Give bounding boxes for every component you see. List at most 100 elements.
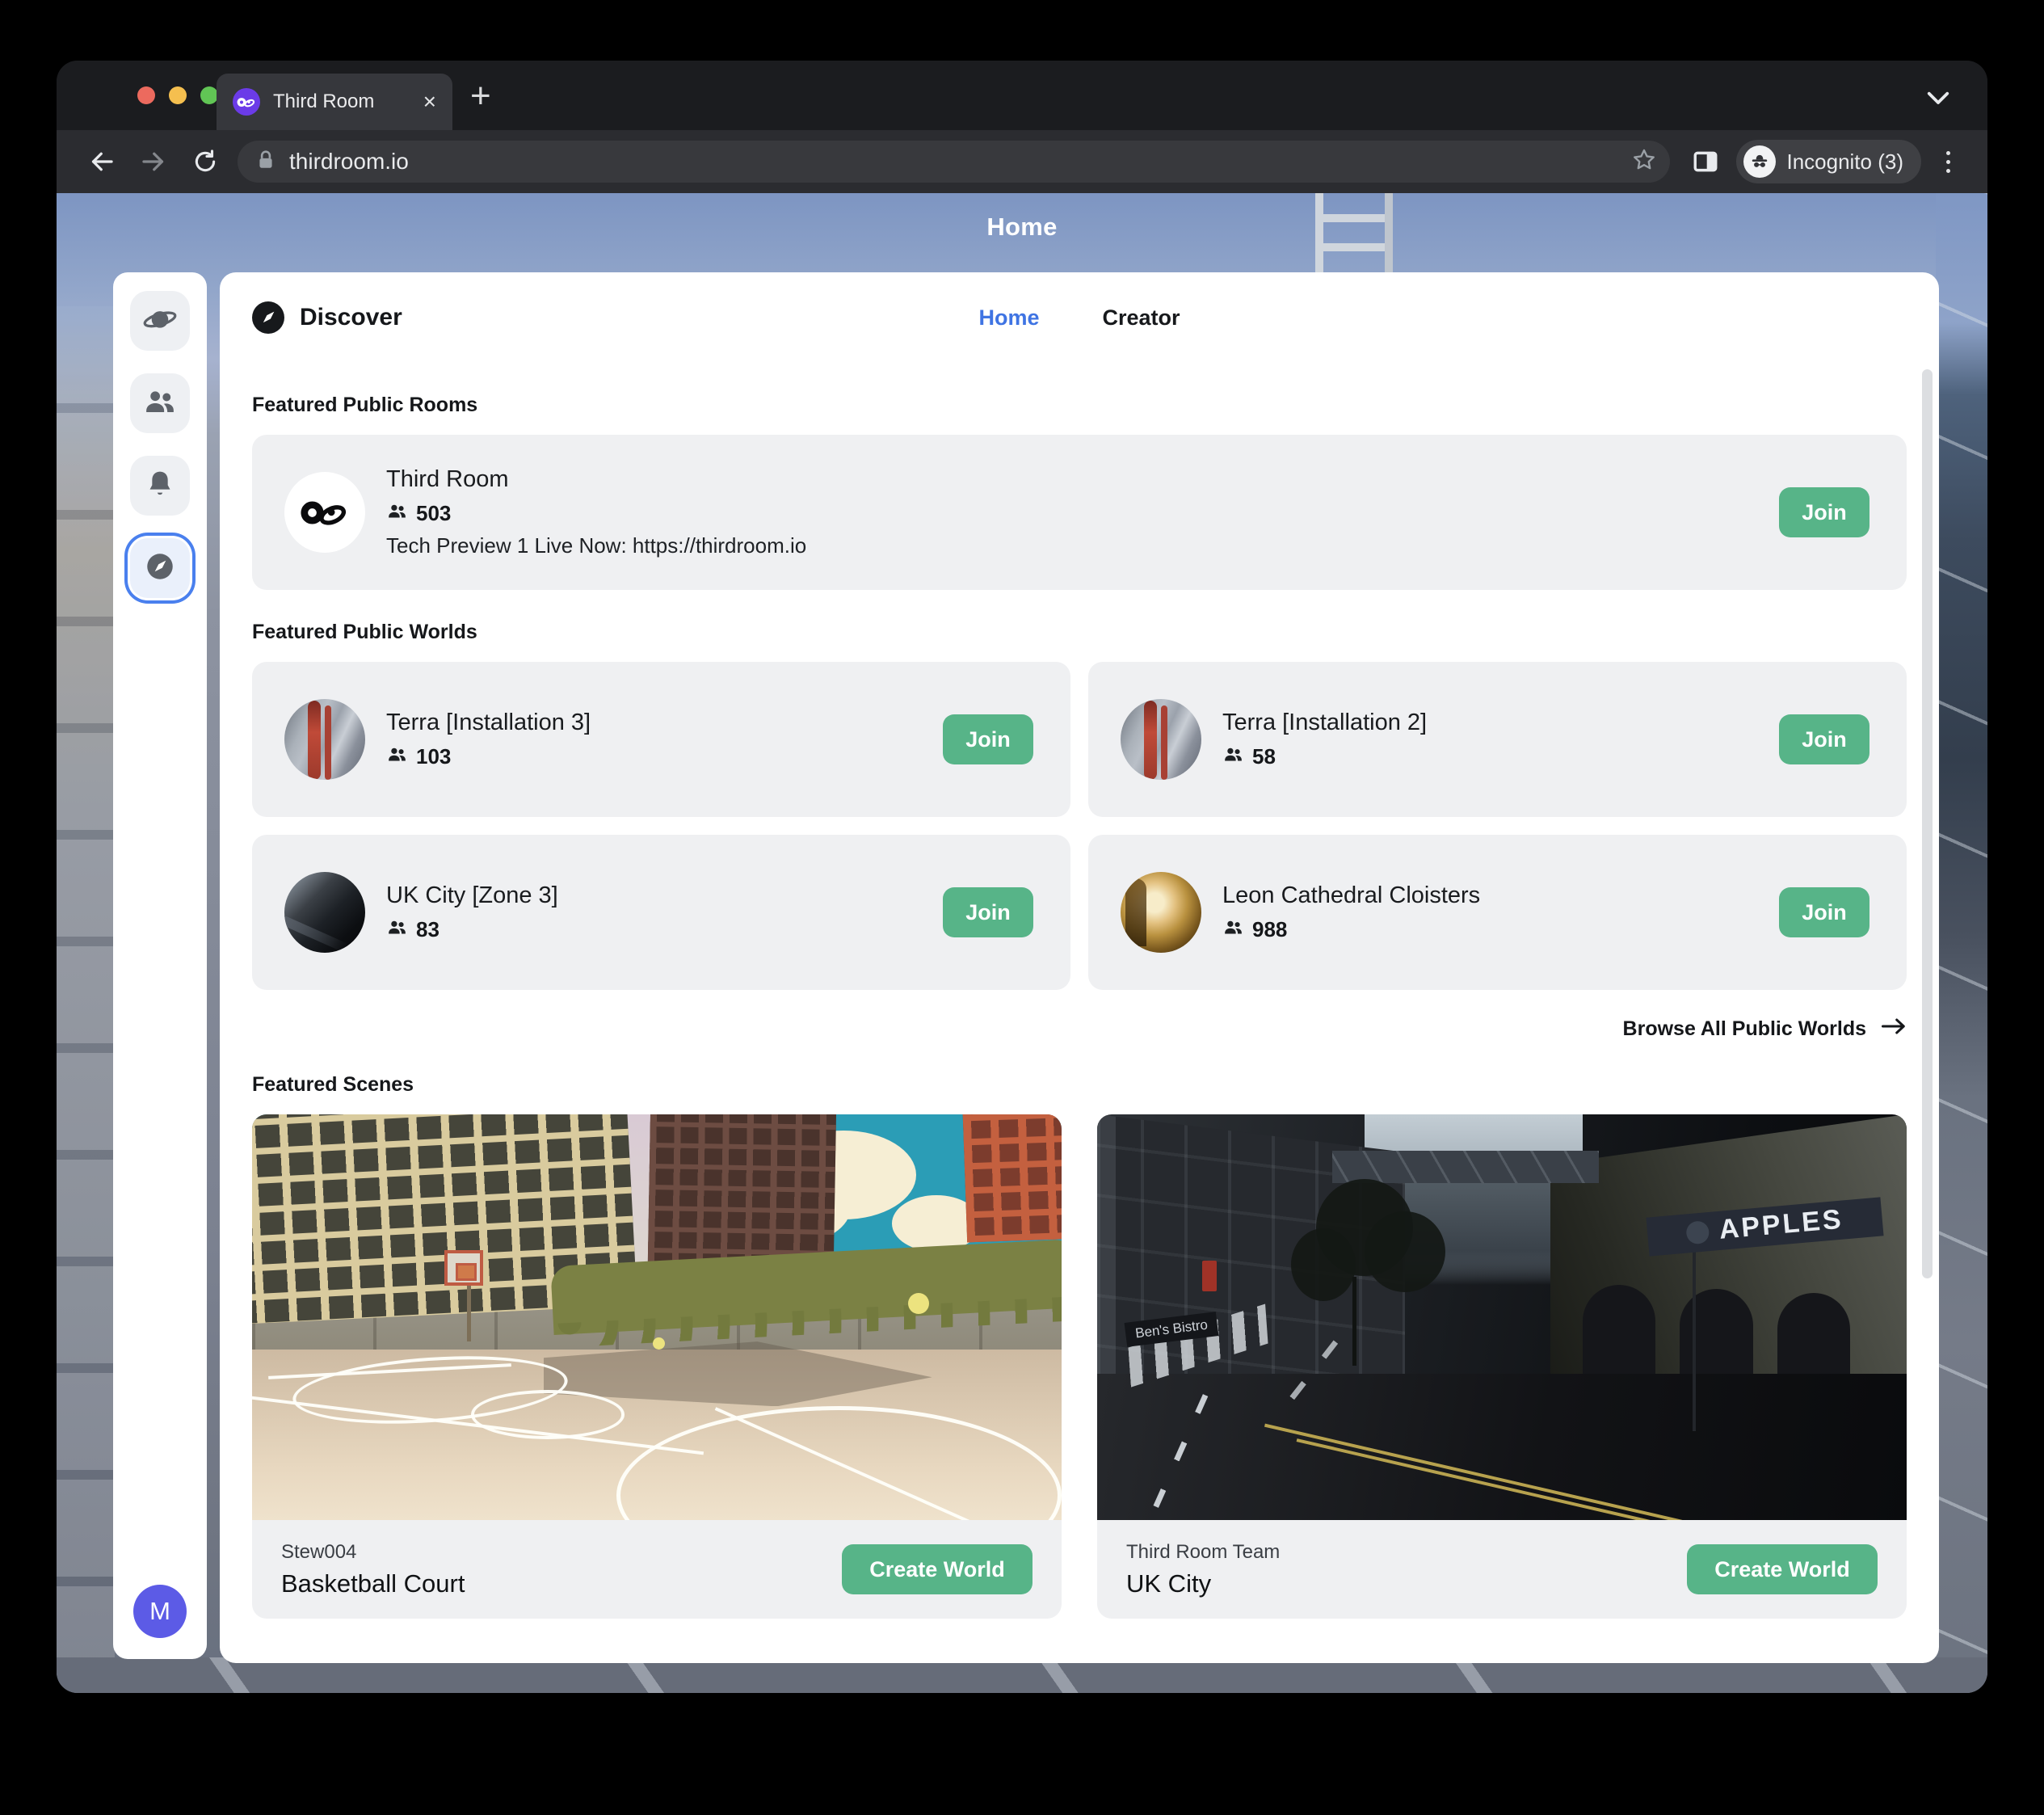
lock-icon bbox=[255, 148, 276, 176]
browse-all-worlds-link[interactable]: Browse All Public Worlds bbox=[252, 1016, 1907, 1042]
discover-panel: Discover Home Creator Featured Public Ro… bbox=[220, 272, 1939, 1663]
room-name: Third Room bbox=[386, 466, 806, 493]
scene-author: Third Room Team bbox=[1126, 1541, 1280, 1564]
join-world-button[interactable]: Join bbox=[943, 714, 1033, 764]
arrow-right-icon bbox=[1881, 1016, 1907, 1042]
browser-toolbar: thirdroom.io Incognito (3) bbox=[57, 130, 1987, 193]
tab-creator[interactable]: Creator bbox=[1102, 305, 1180, 331]
worlds-heading: Featured Public Worlds bbox=[252, 621, 1907, 644]
members-icon bbox=[1222, 743, 1244, 769]
maximize-window-button[interactable] bbox=[200, 86, 218, 104]
members-icon bbox=[1222, 916, 1244, 942]
browser-window: Third Room × + thirdroom.io bbox=[57, 61, 1987, 1693]
world-name: UK City [Zone 3] bbox=[386, 882, 558, 909]
background-scene-left bbox=[57, 306, 115, 1693]
bookmark-star-icon[interactable] bbox=[1631, 147, 1657, 177]
url-text: thirdroom.io bbox=[289, 149, 409, 175]
browser-tab[interactable]: Third Room × bbox=[217, 74, 452, 130]
scene-name: UK City bbox=[1126, 1569, 1280, 1598]
scene-author: Stew004 bbox=[281, 1541, 465, 1564]
join-world-button[interactable]: Join bbox=[1779, 714, 1869, 764]
minimize-window-button[interactable] bbox=[169, 86, 187, 104]
create-world-button[interactable]: Create World bbox=[842, 1544, 1033, 1594]
world-member-count: 83 bbox=[416, 917, 440, 942]
tab-close-icon[interactable]: × bbox=[423, 91, 436, 113]
page-title: Home bbox=[57, 213, 1987, 242]
discover-tabs: Home Creator bbox=[978, 272, 1180, 363]
scenes-grid: Stew004 Basketball Court Create World bbox=[252, 1114, 1907, 1619]
tab-strip: Third Room × + bbox=[57, 61, 1987, 130]
world-member-count: 103 bbox=[416, 744, 451, 769]
join-world-button[interactable]: Join bbox=[1779, 887, 1869, 937]
incognito-spy-icon bbox=[1743, 145, 1776, 178]
compass-icon bbox=[143, 550, 177, 587]
scene-footer: Stew004 Basketball Court Create World bbox=[252, 1520, 1062, 1619]
members-icon bbox=[386, 743, 408, 769]
incognito-badge[interactable]: Incognito (3) bbox=[1736, 140, 1921, 183]
user-avatar[interactable]: M bbox=[133, 1585, 187, 1638]
scenes-heading: Featured Scenes bbox=[252, 1073, 1907, 1097]
rooms-heading: Featured Public Rooms bbox=[252, 394, 1907, 417]
sidebar-item-discover[interactable] bbox=[130, 538, 190, 598]
discover-compass-icon bbox=[252, 301, 284, 334]
worlds-grid: Terra [Installation 3] 103 Join bbox=[252, 662, 1907, 990]
discover-title: Discover bbox=[300, 304, 402, 331]
tab-title: Third Room bbox=[273, 91, 410, 113]
scene-footer: Third Room Team UK City Create World bbox=[1097, 1520, 1907, 1619]
world-card-terra-3[interactable]: Terra [Installation 3] 103 Join bbox=[252, 662, 1070, 817]
world-card-leon-cathedral[interactable]: Leon Cathedral Cloisters 988 Join bbox=[1088, 835, 1907, 990]
world-name: Terra [Installation 2] bbox=[1222, 710, 1427, 736]
browser-menu-icon[interactable] bbox=[1928, 151, 1968, 173]
members-icon bbox=[386, 500, 408, 526]
join-room-button[interactable]: Join bbox=[1779, 487, 1869, 537]
sidebar-item-notifications[interactable] bbox=[130, 456, 190, 516]
scene-preview-basketball-court bbox=[252, 1114, 1062, 1520]
forward-icon[interactable] bbox=[128, 147, 179, 176]
side-panel-icon[interactable] bbox=[1683, 148, 1728, 175]
window-controls bbox=[137, 86, 218, 104]
incognito-label: Incognito (3) bbox=[1786, 149, 1903, 175]
scene-name: Basketball Court bbox=[281, 1569, 465, 1598]
world-card-uk-city-zone3[interactable]: UK City [Zone 3] 83 Join bbox=[252, 835, 1070, 990]
world-card-terra-2[interactable]: Terra [Installation 2] 58 Join bbox=[1088, 662, 1907, 817]
world-name: Leon Cathedral Cloisters bbox=[1222, 882, 1480, 909]
people-icon bbox=[142, 384, 178, 423]
panel-scrollbar[interactable] bbox=[1922, 369, 1933, 1278]
world-avatar bbox=[284, 699, 365, 780]
create-world-button[interactable]: Create World bbox=[1687, 1544, 1878, 1594]
world-avatar bbox=[1121, 872, 1201, 953]
planet-icon bbox=[142, 301, 178, 341]
browse-all-worlds-label: Browse All Public Worlds bbox=[1623, 1017, 1866, 1041]
discover-header: Discover Home Creator bbox=[252, 272, 1907, 363]
room-card-third-room[interactable]: Third Room 503 Tech Preview 1 Live Now: … bbox=[252, 435, 1907, 590]
page-background: Home M bbox=[57, 193, 1987, 1693]
tab-home[interactable]: Home bbox=[978, 305, 1039, 331]
address-bar[interactable]: thirdroom.io bbox=[238, 141, 1670, 183]
world-avatar bbox=[284, 872, 365, 953]
room-member-count: 503 bbox=[416, 501, 451, 526]
room-avatar bbox=[284, 472, 365, 553]
scene-card-uk-city[interactable]: APPLES Ben's Bistro Third Room Team UK C… bbox=[1097, 1114, 1907, 1619]
reload-icon[interactable] bbox=[179, 148, 231, 175]
thirdroom-favicon bbox=[233, 88, 260, 116]
scene-preview-uk-city: APPLES Ben's Bistro bbox=[1097, 1114, 1907, 1520]
close-window-button[interactable] bbox=[137, 86, 155, 104]
tab-search-chevron-icon[interactable] bbox=[1926, 91, 1950, 110]
world-member-count: 58 bbox=[1252, 744, 1276, 769]
new-tab-button[interactable]: + bbox=[470, 78, 491, 114]
room-description: Tech Preview 1 Live Now: https://thirdro… bbox=[386, 533, 806, 558]
back-icon[interactable] bbox=[76, 147, 128, 176]
join-world-button[interactable]: Join bbox=[943, 887, 1033, 937]
sidebar-item-friends[interactable] bbox=[130, 373, 190, 433]
bell-icon bbox=[144, 468, 176, 504]
background-scene-right bbox=[1936, 193, 1987, 1693]
sidebar: M bbox=[113, 272, 207, 1659]
world-avatar bbox=[1121, 699, 1201, 780]
world-member-count: 988 bbox=[1252, 917, 1287, 942]
world-name: Terra [Installation 3] bbox=[386, 710, 591, 736]
discover-brand: Discover bbox=[252, 301, 402, 334]
apple-logo-icon bbox=[1685, 1220, 1710, 1244]
members-icon bbox=[386, 916, 408, 942]
sidebar-item-worlds[interactable] bbox=[130, 291, 190, 351]
scene-card-basketball-court[interactable]: Stew004 Basketball Court Create World bbox=[252, 1114, 1062, 1619]
